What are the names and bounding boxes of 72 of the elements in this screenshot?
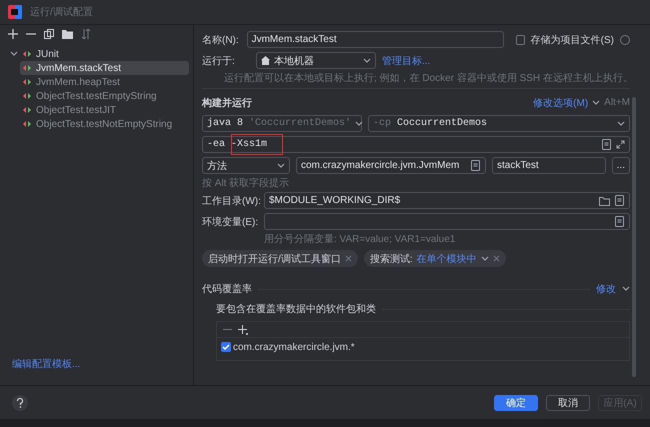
check-icon [222, 343, 230, 351]
method-field[interactable]: stackTest [492, 157, 606, 174]
checkbox[interactable] [516, 34, 525, 44]
name-label: 名称(N): [202, 34, 240, 46]
question-icon [16, 398, 24, 408]
test-icon [22, 49, 32, 59]
checkbox-label: 存储为项目文件(S) [530, 34, 614, 46]
shortcut-label: Alt+M [604, 97, 630, 108]
test-kind-dropdown[interactable]: 方法 [202, 157, 290, 174]
manage-targets-link[interactable]: 管理目标... [382, 54, 430, 68]
chevron-icon[interactable] [480, 254, 489, 262]
tree-item[interactable]: ObjectTest.testJIT [20, 103, 189, 117]
app-logo-icon [8, 5, 22, 19]
field-hint: 按 Alt 获取字段提示 [202, 176, 290, 190]
browse-button[interactable]: ... [612, 157, 630, 174]
tree-item[interactable]: ObjectTest.testNotEmptyString [20, 117, 189, 131]
modify-options-link[interactable]: 修改选项(M) [533, 96, 588, 110]
working-dir-label: 工作目录(W): [202, 194, 258, 208]
env-label: 环境变量(E): [202, 216, 258, 228]
tree-item[interactable]: JvmMem.heapTest [20, 75, 189, 89]
test-icon [22, 77, 32, 87]
folder-icon[interactable] [62, 29, 73, 39]
test-icon [22, 105, 32, 115]
run-on-dropdown[interactable]: 本地机器 [256, 52, 376, 69]
package-label: com.crazymakercircle.jvm.* [233, 342, 355, 352]
run-on-label: 运行于: [202, 54, 236, 68]
document-icon[interactable] [614, 216, 625, 227]
edit-templates-link[interactable]: 编辑配置模板... [12, 359, 80, 370]
tree-item[interactable]: JUnit [10, 47, 189, 61]
document-icon[interactable] [601, 139, 612, 150]
vm-options-field[interactable]: -ea -Xss1m [202, 136, 630, 153]
dialog-button[interactable]: 确定 [494, 394, 538, 410]
tree-item[interactable]: JvmMem.stackTest [20, 61, 189, 75]
test-icon [22, 119, 32, 129]
dialog-button[interactable]: 取消 [546, 394, 590, 410]
add-icon[interactable] [238, 324, 248, 334]
document-icon[interactable] [614, 195, 625, 206]
section-title: 代码覆盖率 [202, 282, 252, 296]
tree-item[interactable]: ObjectTest.testEmptyString [20, 89, 189, 103]
scrollbar[interactable] [632, 97, 636, 377]
section-title: 构建并运行 [202, 96, 252, 110]
document-icon[interactable] [470, 160, 481, 171]
expand-icon[interactable] [616, 140, 625, 149]
test-icon [22, 63, 32, 73]
jdk-dropdown[interactable]: java 8 'CoccurrentDemos' [202, 115, 362, 132]
sort-icon[interactable] [81, 29, 91, 39]
chevron-icon [277, 162, 285, 170]
checkbox[interactable] [221, 342, 231, 352]
add-icon[interactable] [8, 29, 18, 39]
help-button[interactable] [12, 394, 28, 410]
chevron-icon [363, 56, 371, 64]
chevron-icon [355, 120, 364, 128]
option-label: 启动时打开运行/调试工具窗口 [208, 252, 341, 266]
home-icon [261, 56, 270, 65]
help-icon [620, 34, 630, 44]
working-dir-field[interactable]: $MODULE_WORKING_DIR$ [264, 192, 630, 209]
class-field[interactable]: com.crazymakercircle.jvm.JvmMem [296, 157, 486, 174]
run-on-hint: 运行配置可以在本地或目标上执行; 例如，在 Docker 容器中或使用 SSH 在远程主机上执行。 [223, 72, 634, 85]
modify-link[interactable]: 修改 [596, 282, 616, 296]
window-title: 运行/调试配置 [30, 6, 93, 19]
name-field[interactable]: JvmMem.stackTest [246, 31, 504, 48]
chevron-icon [617, 120, 625, 128]
env-field[interactable] [264, 213, 630, 230]
test-icon [22, 91, 32, 101]
env-hint: 用分号分隔变量: VAR=value; VAR1=value1 [263, 232, 456, 246]
folder-icon[interactable] [599, 196, 610, 206]
option-label: 搜索测试: [370, 252, 413, 266]
subsection-title: 要包含在覆盖率数据中的软件包和类 [216, 302, 376, 316]
chevron-icon [622, 285, 630, 293]
classpath-dropdown[interactable]: -cp CoccurrentDemos [368, 115, 630, 132]
copy-icon[interactable] [44, 29, 54, 39]
chevron-icon [592, 98, 600, 106]
